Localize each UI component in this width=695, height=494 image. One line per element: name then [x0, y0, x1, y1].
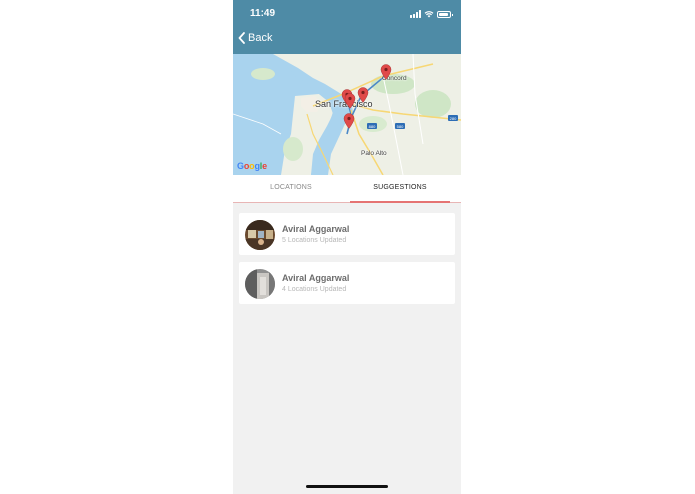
suggestion-name: Aviral Aggarwal	[282, 224, 350, 234]
back-button[interactable]: Back	[238, 32, 272, 44]
map-view[interactable]: 880 580 280 San Francisco Concord Palo A…	[233, 54, 461, 175]
status-icons	[410, 9, 453, 18]
map-label-palo-alto: Palo Alto	[361, 150, 387, 157]
map-pin-icon[interactable]	[380, 64, 392, 80]
battery-icon	[437, 11, 453, 18]
signal-icon	[410, 10, 421, 18]
suggestion-subtitle: 5 Locations Updated	[282, 237, 347, 244]
svg-text:880: 880	[369, 124, 376, 129]
suggestion-card[interactable]: Aviral Aggarwal 4 Locations Updated	[239, 262, 455, 304]
phone-screen: 11:49 Back 880 580 280 San Francisco Con…	[233, 0, 461, 494]
avatar	[245, 269, 275, 299]
suggestion-subtitle: 4 Locations Updated	[282, 286, 347, 293]
map-pin-icon[interactable]	[357, 87, 369, 103]
suggestion-name: Aviral Aggarwal	[282, 273, 350, 283]
wifi-icon	[424, 11, 434, 18]
highway-shield-880: 880	[367, 123, 377, 129]
map-pin-icon[interactable]	[344, 93, 356, 109]
home-indicator[interactable]	[306, 485, 388, 488]
tab-bar: LOCATIONS SUGGESTIONS	[233, 175, 461, 203]
tab-locations[interactable]: LOCATIONS	[241, 175, 341, 202]
google-attribution: Google	[237, 161, 267, 171]
svg-text:280: 280	[450, 116, 457, 121]
svg-text:580: 580	[397, 124, 404, 129]
highway-shield-280: 280	[448, 115, 458, 121]
chevron-left-icon	[238, 32, 245, 44]
map-pin-icon[interactable]	[343, 113, 355, 129]
back-label: Back	[248, 32, 273, 44]
status-bar: 11:49	[233, 0, 461, 26]
avatar	[245, 220, 275, 250]
suggestion-card[interactable]: Aviral Aggarwal 5 Locations Updated	[239, 213, 455, 255]
nav-bar: Back	[233, 26, 461, 54]
highway-shield-580: 580	[395, 123, 405, 129]
status-time: 11:49	[250, 8, 276, 19]
tab-suggestions[interactable]: SUGGESTIONS	[350, 175, 450, 203]
